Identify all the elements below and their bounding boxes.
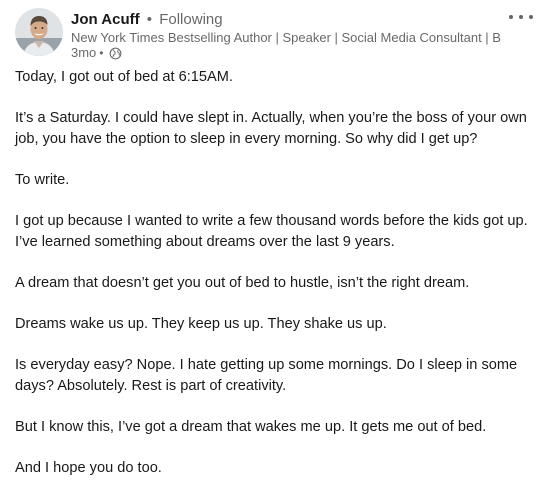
dot-icon	[529, 15, 533, 19]
post-paragraph: To write.	[15, 172, 70, 188]
post-paragraph: Today, I got out of bed at 6:15AM.	[15, 69, 233, 85]
feed-post: Jon Acuff • Following New York Times Bes…	[0, 0, 550, 476]
post-paragraph: But I know this, I’ve got a dream that w…	[15, 419, 487, 435]
post-paragraph: Is everyday easy? Nope. I hate getting u…	[15, 357, 518, 394]
post-meta: 3mo •	[71, 45, 122, 61]
follow-status: Following	[159, 11, 223, 28]
author-name[interactable]: Jon Acuff	[71, 11, 140, 28]
more-options-button[interactable]	[509, 10, 533, 24]
post-paragraph: And I hope you do too.	[15, 460, 162, 476]
avatar-photo	[15, 8, 63, 56]
author-avatar[interactable]	[15, 8, 63, 56]
dot-icon	[509, 15, 513, 19]
post-text: Today, I got out of bed at 6:15AM. It’s …	[15, 67, 535, 499]
post-timestamp[interactable]: 3mo	[71, 45, 96, 61]
dot-icon	[519, 15, 523, 19]
author-headline: New York Times Bestselling Author | Spea…	[71, 30, 501, 45]
post-paragraph: A dream that doesn’t get you out of bed …	[15, 275, 470, 291]
post-paragraph: Dreams wake us up. They keep us up. They…	[15, 316, 387, 332]
post-paragraph: I got up because I wanted to write a few…	[15, 213, 528, 250]
separator-dot: •	[99, 46, 104, 60]
globe-icon	[109, 47, 122, 60]
separator-dot: •	[146, 11, 153, 28]
author-name-row: Jon Acuff • Following	[71, 10, 223, 30]
post-paragraph: It’s a Saturday. I could have slept in. …	[15, 110, 527, 147]
